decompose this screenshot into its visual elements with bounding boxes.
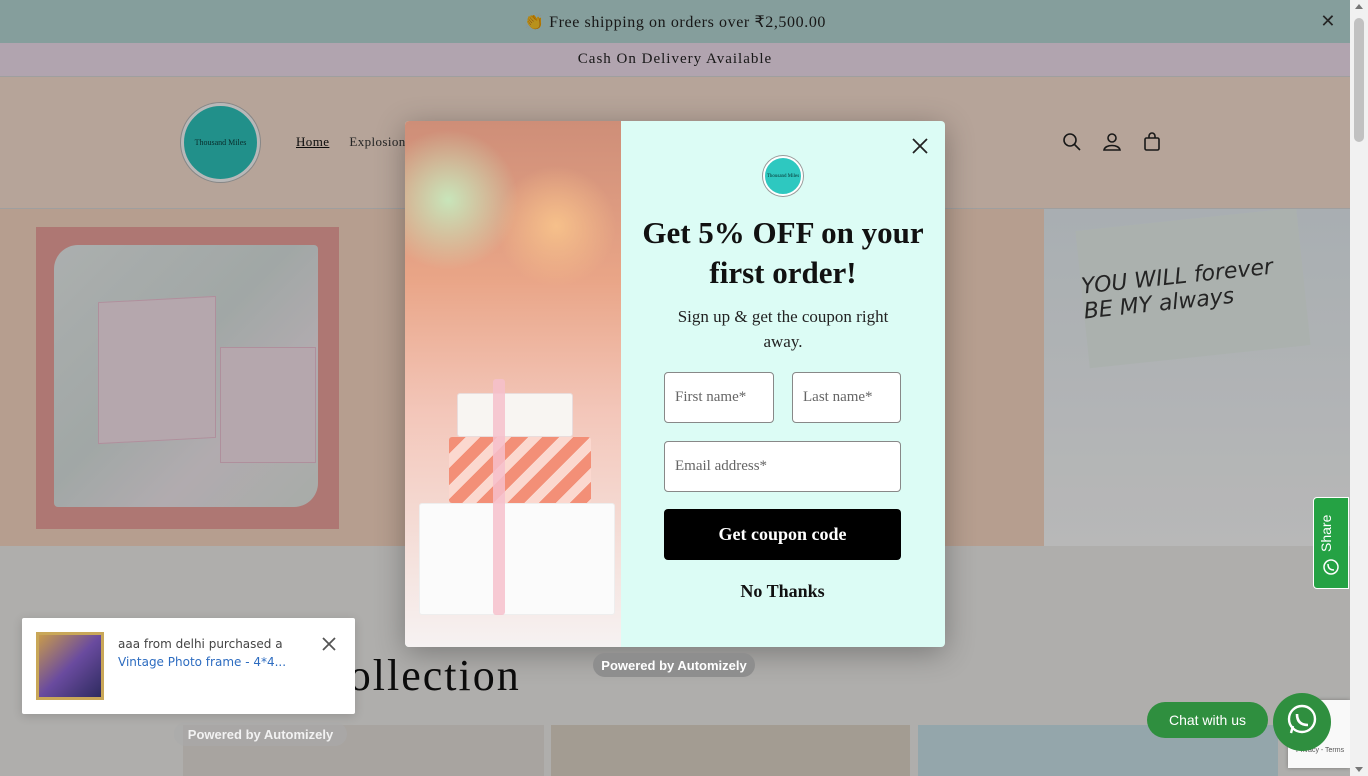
popup-title: Get 5% OFF on your first order! (642, 215, 924, 290)
chat-with-us-button[interactable]: Chat with us (1147, 702, 1268, 738)
scroll-down-arrow[interactable] (1355, 767, 1363, 772)
whatsapp-chat-button[interactable] (1273, 693, 1331, 751)
product-thumbnail[interactable] (36, 632, 104, 700)
first-name-field[interactable] (664, 372, 774, 423)
gift-box-top (457, 393, 573, 437)
whatsapp-icon (1322, 558, 1340, 576)
popup-content: Thousand Miles Get 5% OFF on your first … (621, 121, 945, 647)
toast-powered-by-badge[interactable]: Powered by Automizely (174, 722, 347, 746)
close-icon[interactable] (321, 636, 337, 652)
share-label: Share (1318, 514, 1334, 552)
gift-ribbon (493, 379, 505, 615)
gift-box-middle (449, 437, 591, 503)
email-field[interactable] (664, 441, 901, 492)
whatsapp-icon (1285, 703, 1319, 742)
close-icon[interactable] (909, 135, 931, 157)
scroll-thumb[interactable] (1354, 18, 1364, 142)
powered-by-badge[interactable]: Powered by Automizely (593, 653, 755, 677)
popup-logo-text: Thousand Miles (766, 173, 800, 179)
purchase-notification: aaa from delhi purchased a Vintage Photo… (22, 618, 355, 714)
popup-subtitle: Sign up & get the coupon right away. (677, 307, 889, 351)
no-thanks-button[interactable]: No Thanks (664, 576, 901, 606)
product-link[interactable]: Vintage Photo frame - 4*4... (118, 653, 298, 671)
page-scrollbar[interactable] (1350, 0, 1368, 776)
gift-box-bottom (419, 503, 615, 615)
popup-logo: Thousand Miles (763, 156, 803, 196)
discount-popup: Thousand Miles Get 5% OFF on your first … (405, 121, 945, 647)
get-coupon-button[interactable]: Get coupon code (664, 509, 901, 560)
notification-text: aaa from delhi purchased a Vintage Photo… (118, 635, 298, 671)
share-tab[interactable]: Share (1313, 497, 1349, 589)
popup-gift-image (405, 121, 621, 647)
last-name-field[interactable] (792, 372, 901, 423)
scroll-up-arrow[interactable] (1355, 4, 1363, 9)
notification-message: aaa from delhi purchased a (118, 637, 283, 651)
